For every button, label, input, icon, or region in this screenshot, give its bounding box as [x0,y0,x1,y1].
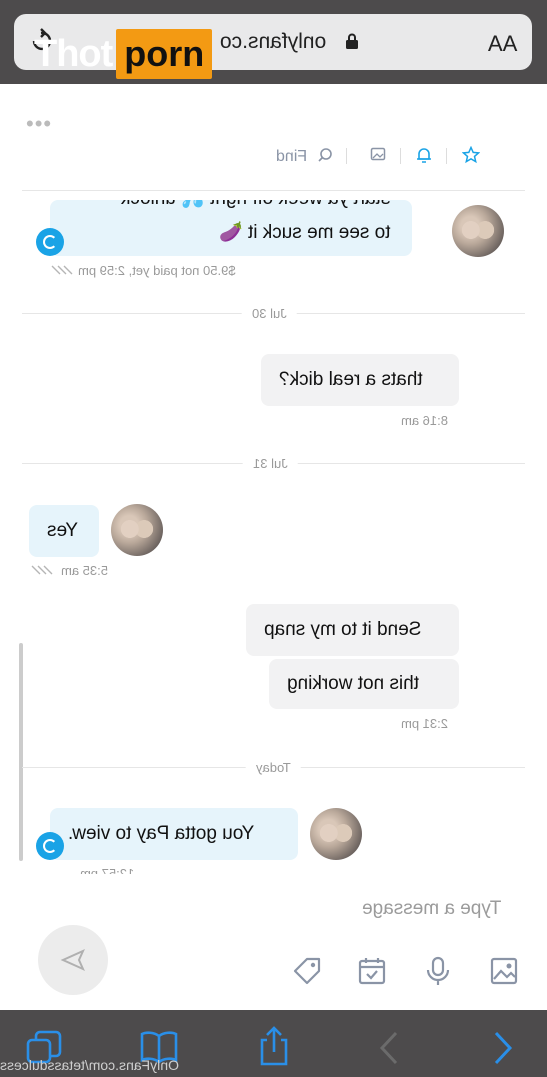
message-meta: 2:31 pm [401,716,448,731]
bell-icon[interactable] [416,146,432,164]
message-text: Send it to my snap [264,619,422,640]
message-meta: 5:35 am [61,563,108,578]
avatar[interactable] [310,808,362,860]
message-bubble[interactable]: this not working [269,659,459,709]
tip-icon[interactable] [36,832,64,860]
message-bubble[interactable]: Yes [29,505,99,557]
forward-icon[interactable] [492,1030,514,1066]
watermark-logo-part1: Thot [34,32,113,75]
avatar[interactable] [111,504,163,556]
message-meta: $9.50 not paid yet, 2:59 pm [78,263,236,278]
watermark-url: OnlyFans.com/tetassdulcess [0,1057,179,1073]
double-check-icon [51,265,73,275]
gallery-icon[interactable] [488,955,520,987]
separator [400,148,401,164]
scrollbar[interactable] [19,643,23,861]
microphone-icon[interactable] [422,955,454,987]
find-button[interactable]: Find [276,148,307,166]
reader-button[interactable]: AA [488,31,517,57]
message-text: Yes [47,520,78,541]
date-divider-label: Jul 31 [243,456,298,471]
image-icon[interactable] [370,146,386,162]
url-text: onlyfans.co [220,30,327,53]
tip-icon[interactable] [36,228,64,256]
message-bubble[interactable]: start ya week off right 💦 unlock to see … [50,200,412,256]
search-icon[interactable] [316,146,334,164]
double-check-icon [31,565,53,575]
message-text: start ya week off right 💦 unlock [121,200,390,210]
message-meta: 12:57 pm [80,866,135,874]
browser-top-bar: onlyfans.co AA Thot porn [0,0,547,84]
message-bubble[interactable]: You gotta Pay to view. [50,808,298,860]
message-input[interactable]: Type a message [362,898,501,920]
date-divider-label: Today [246,760,301,775]
back-icon[interactable] [378,1030,400,1066]
star-icon[interactable] [462,146,480,164]
lock-icon [346,33,358,49]
header-divider [22,190,525,191]
message-text: You gotta Pay to view. [68,823,255,844]
message-bubble[interactable]: thats a real dick? [261,354,459,406]
message-text: thats a real dick? [279,369,423,390]
separator [346,148,347,164]
send-button[interactable] [38,925,108,995]
share-icon[interactable] [258,1026,290,1066]
send-icon [60,949,85,971]
message-bubble[interactable]: Send it to my snap [246,604,459,656]
message-meta: 8:16 am [401,413,448,428]
watermark-logo-part2: porn [116,29,213,79]
chat-header-tools: Find [270,144,485,168]
message-text: this not working [287,673,420,694]
price-tag-icon[interactable] [291,955,323,987]
watermark-logo: Thot porn [34,29,213,79]
calendar-icon[interactable] [356,955,388,987]
date-divider-label: Jul 30 [242,306,297,321]
avatar[interactable] [452,205,504,257]
message-text: to see me suck it 🍆 [218,222,391,243]
separator [446,148,447,164]
more-options-button[interactable]: ••• [26,111,52,137]
